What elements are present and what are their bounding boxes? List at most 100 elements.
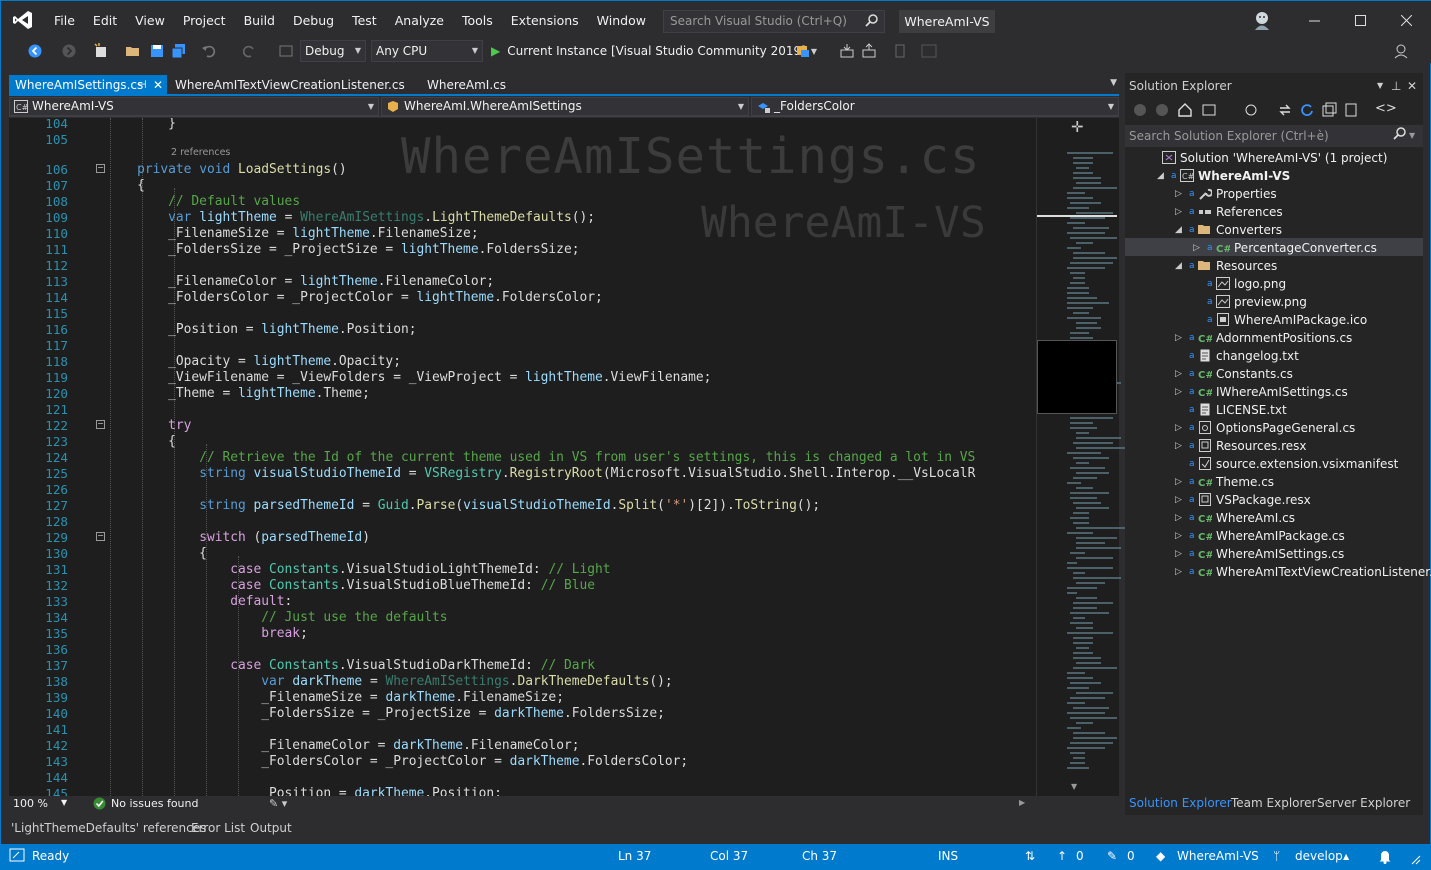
collapse-arrow-icon[interactable]: ▷	[1175, 185, 1182, 203]
menu-item-window[interactable]: Window	[588, 1, 655, 39]
layout-icon[interactable]	[921, 42, 937, 60]
resize-grip-icon[interactable]	[1411, 854, 1421, 868]
platform-select[interactable]: Any CPU ▼	[371, 40, 483, 62]
menu-item-extensions[interactable]: Extensions	[502, 1, 588, 39]
tree-item-resources-resx[interactable]: ▷ a Resources.resx	[1125, 437, 1423, 455]
tree-item-whereamisettings-cs[interactable]: ▷ aC# WhereAmISettings.cs	[1125, 545, 1423, 563]
scroll-right-icon[interactable]: ▶	[1019, 798, 1025, 807]
collapse-arrow-icon[interactable]: ▷	[1175, 203, 1182, 221]
tab-whereamitextviewcreationlistener[interactable]: WhereAmITextViewCreationListener.cs	[169, 75, 409, 95]
search-input[interactable]: Search Visual Studio (Ctrl+Q)	[663, 10, 885, 33]
expand-arrow-icon[interactable]: ◢	[1175, 257, 1182, 275]
repository-name[interactable]: WhereAmI-VS	[1177, 849, 1259, 863]
split-editor-icon[interactable]: ✛	[1071, 118, 1084, 136]
start-debugging-button[interactable]: ▶ Current Instance [Visual Studio Commun…	[491, 42, 817, 60]
tree-item-references[interactable]: ▷ a References	[1125, 203, 1423, 221]
tree-item-source-extension-vsixmanifest[interactable]: a source.extension.vsixmanifest	[1125, 455, 1423, 473]
collapse-arrow-icon[interactable]: ▷	[1175, 545, 1182, 563]
minimize-icon[interactable]	[1291, 1, 1337, 39]
tree-item-adornmentpositions-cs[interactable]: ▷ aC# AdornmentPositions.cs	[1125, 329, 1423, 347]
collapse-arrow-icon[interactable]: ▷	[1175, 383, 1182, 401]
collapse-arrow-icon[interactable]: ▷	[1175, 563, 1182, 581]
save-all-icon[interactable]	[171, 42, 187, 60]
member-dropdown[interactable]: _FoldersColor ▼	[751, 97, 1119, 116]
tab-server-explorer[interactable]: Server Explorer	[1317, 791, 1410, 815]
menu-item-build[interactable]: Build	[235, 1, 284, 39]
switch-views-icon[interactable]	[1201, 102, 1217, 121]
tree-item-resources[interactable]: ◢ a Resources	[1125, 257, 1423, 275]
branch-name[interactable]: develop	[1295, 849, 1343, 863]
repository-icon[interactable]: ◆	[1156, 849, 1165, 863]
menu-item-tools[interactable]: Tools	[453, 1, 502, 39]
issues-status[interactable]: No issues found	[111, 797, 198, 810]
char-indicator[interactable]: Ch 37	[802, 849, 837, 863]
collapse-arrow-icon[interactable]: ▷	[1175, 491, 1182, 509]
tab-error-list[interactable]: Error List	[191, 821, 245, 835]
tree-item-solution-whereami-vs-1-project[interactable]: Solution 'WhereAmI-VS' (1 project)	[1125, 149, 1423, 167]
close-icon[interactable]	[1383, 1, 1429, 39]
menu-item-analyze[interactable]: Analyze	[386, 1, 453, 39]
user-avatar-icon[interactable]	[1251, 9, 1273, 31]
code-editor[interactable]: WhereAmISettings.cs WhereAmI-VS 2 refere…	[9, 118, 1036, 796]
pending-changes-icon[interactable]	[1243, 102, 1259, 121]
scroll-down-icon[interactable]: ▼	[1071, 782, 1077, 791]
tab-whereami[interactable]: WhereAmI.cs	[421, 75, 531, 95]
undo-icon[interactable]	[201, 42, 217, 60]
solution-search-input[interactable]: Search Solution Explorer (Ctrl+è) ▼	[1125, 125, 1423, 147]
close-icon[interactable]: ✕	[1407, 73, 1417, 99]
tab-solution-explorer[interactable]: Solution Explorer	[1129, 791, 1232, 815]
tree-item-logo-png[interactable]: a logo.png	[1125, 275, 1423, 293]
menu-item-debug[interactable]: Debug	[284, 1, 343, 39]
step-out-icon[interactable]	[861, 42, 877, 60]
new-project-icon[interactable]	[93, 42, 109, 60]
expand-arrow-icon[interactable]: ◢	[1175, 221, 1182, 239]
pin-icon[interactable]: ⊥	[1391, 73, 1401, 99]
configuration-select[interactable]: Debug ▼	[300, 40, 366, 62]
tab-overflow-icon[interactable]: ▼	[1110, 78, 1117, 88]
chevron-down-icon[interactable]: ▼	[61, 798, 67, 807]
line-indicator[interactable]: Ln 37	[618, 849, 651, 863]
branch-icon[interactable]: ᛘ	[1273, 849, 1280, 863]
brush-icon[interactable]: ✎ ▾	[269, 797, 287, 810]
column-indicator[interactable]: Col 37	[710, 849, 748, 863]
collapse-arrow-icon[interactable]: ▷	[1193, 239, 1200, 257]
tab-team-explorer[interactable]: Team Explorer	[1231, 791, 1317, 815]
refresh-icon[interactable]	[1299, 102, 1315, 121]
chevron-down-icon[interactable]: ▼	[1377, 73, 1383, 99]
sync-icon[interactable]	[1277, 102, 1293, 121]
back-icon[interactable]	[1133, 103, 1147, 120]
project-dropdown[interactable]: C# WhereAmI-VS ▼	[9, 97, 379, 116]
visual-studio-logo-icon[interactable]	[1, 1, 45, 39]
menu-item-edit[interactable]: Edit	[84, 1, 126, 39]
menu-item-test[interactable]: Test	[343, 1, 386, 39]
tree-item-converters[interactable]: ◢ a Converters	[1125, 221, 1423, 239]
changes-count[interactable]: 0	[1127, 849, 1135, 863]
redo-icon[interactable]	[241, 42, 257, 60]
tree-item-whereamipackage-cs[interactable]: ▷ aC# WhereAmIPackage.cs	[1125, 527, 1423, 545]
solution-config-icon[interactable]	[279, 42, 293, 60]
collapse-arrow-icon[interactable]: ▷	[1175, 329, 1182, 347]
collapse-arrow-icon[interactable]: ▷	[1175, 437, 1182, 455]
tab-whereamisettings[interactable]: WhereAmISettings.cs ⊣ ✕	[9, 75, 167, 95]
tree-item-whereamitextviewcreationlistener-cs[interactable]: ▷ aC# WhereAmITextViewCreationListener.cs	[1125, 563, 1431, 581]
tab-references[interactable]: 'LightThemeDefaults' references	[11, 821, 206, 835]
collapse-icon[interactable]: −	[96, 420, 105, 429]
source-control-icon[interactable]: ⇅	[1025, 849, 1035, 863]
menu-item-view[interactable]: View	[126, 1, 174, 39]
output-window-icon[interactable]	[9, 848, 25, 865]
open-file-icon[interactable]	[125, 42, 141, 60]
chevron-down-icon[interactable]: ▼	[1409, 125, 1415, 147]
maximize-icon[interactable]	[1337, 1, 1383, 39]
unpushed-count[interactable]: 0	[1076, 849, 1084, 863]
code-icon[interactable]: <>	[1375, 101, 1397, 116]
step-icon[interactable]	[839, 42, 855, 60]
menu-item-file[interactable]: File	[45, 1, 84, 39]
tree-item-whereami-vs[interactable]: ◢ a C# WhereAmI-VS	[1125, 167, 1423, 185]
tab-output[interactable]: Output	[250, 821, 292, 835]
bookmark-icon[interactable]	[893, 42, 907, 60]
collapse-arrow-icon[interactable]: ▷	[1175, 473, 1182, 491]
collapse-all-icon[interactable]	[1321, 102, 1337, 121]
tree-item-optionspagegeneral-cs[interactable]: ▷ a OptionsPageGeneral.cs	[1125, 419, 1423, 437]
close-tab-icon[interactable]: ✕	[153, 75, 163, 95]
collapse-arrow-icon[interactable]: ▷	[1175, 419, 1182, 437]
